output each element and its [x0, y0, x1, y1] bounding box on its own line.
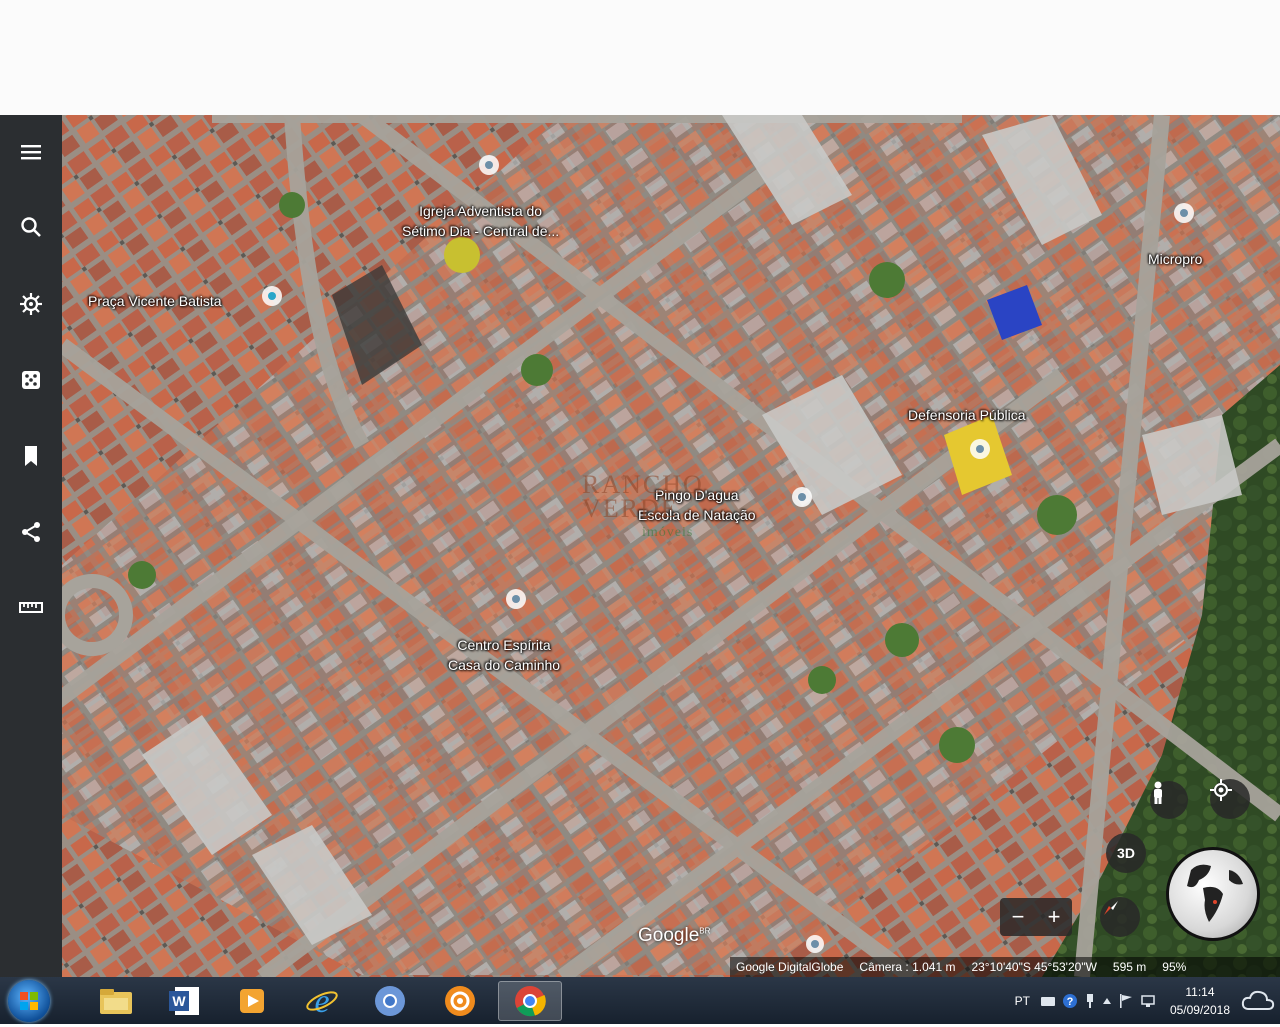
watermark-line2: VERDE — [582, 494, 679, 523]
file-explorer-icon[interactable] — [88, 981, 144, 1021]
place-label-micropro[interactable]: Micropro — [1148, 249, 1202, 269]
windows-taskbar: W e PT ? 11:14 05/09/2018 — [0, 977, 1280, 1024]
zoom-control: − + — [1000, 898, 1072, 936]
my-location-icon[interactable] — [1210, 779, 1250, 819]
start-button[interactable] — [8, 980, 50, 1022]
place-pin-icon[interactable] — [506, 589, 526, 609]
street-view-pegman-icon[interactable] — [1150, 781, 1188, 819]
place-pin-icon[interactable] — [1174, 203, 1194, 223]
compass-icon[interactable] — [1100, 897, 1140, 937]
globe-icon[interactable] — [1166, 847, 1260, 941]
clock-time: 11:14 — [1185, 984, 1215, 999]
help-icon[interactable]: ? — [1062, 993, 1078, 1009]
government-pin-icon[interactable] — [970, 439, 990, 459]
menu-icon[interactable] — [11, 132, 51, 172]
place-label-praca-vicente-batista[interactable]: Praça Vicente Batista — [88, 291, 222, 311]
action-center-flag-icon[interactable] — [1118, 993, 1134, 1009]
zoom-in-button[interactable]: + — [1036, 898, 1072, 936]
browser-top-area — [0, 0, 1280, 115]
map-imagery — [62, 115, 1280, 977]
chromium-icon[interactable] — [362, 981, 418, 1021]
system-tray: PT ? 11:14 05/09/2018 — [1015, 977, 1280, 1024]
place-label-igreja-adventista[interactable]: Igreja Adventista do Sétimo Dia - Central… — [402, 201, 559, 241]
coordinates-readout: 23°10'40"S 45°53'20"W — [971, 960, 1097, 974]
map-attribution-bar: Google DigitalGlobe Câmera : 1.041 m 23°… — [730, 957, 1280, 977]
satellite-map[interactable]: Igreja Adventista do Sétimo Dia - Central… — [62, 115, 1280, 977]
ruler-icon[interactable] — [11, 587, 51, 627]
google-logo-suffix: BR — [699, 926, 711, 936]
place-pin-icon[interactable] — [479, 155, 499, 175]
watermark-line3: imóveis — [642, 525, 694, 540]
tray-expand-icon[interactable] — [1102, 996, 1112, 1006]
share-icon[interactable] — [11, 512, 51, 552]
clock-date: 05/09/2018 — [1169, 1002, 1230, 1017]
svg-text:W: W — [172, 993, 186, 1009]
left-sidebar — [0, 115, 62, 977]
elevation-readout: 595 m — [1112, 960, 1147, 974]
network-icon[interactable] — [1140, 993, 1156, 1009]
place-pin-icon[interactable] — [792, 487, 812, 507]
loading-percent: 95% — [1162, 960, 1187, 974]
internet-explorer-icon[interactable]: e — [294, 981, 350, 1021]
media-player-icon[interactable] — [224, 981, 280, 1021]
park-pin-icon[interactable] — [262, 286, 282, 306]
dice-icon[interactable] — [11, 360, 51, 400]
keyboard-icon[interactable] — [1040, 994, 1056, 1008]
chrome-icon[interactable] — [498, 981, 562, 1021]
camera-altitude: Câmera : 1.041 m — [859, 960, 956, 974]
google-logo-text: Google — [638, 925, 700, 946]
watermark: RANCHO VERDE imóveis — [582, 472, 704, 545]
google-logo: GoogleBR — [638, 925, 710, 947]
place-label-centro-espirita[interactable]: Centro Espírita Casa do Caminho — [448, 635, 560, 675]
3d-toggle-button[interactable]: 3D — [1106, 833, 1146, 873]
search-icon[interactable] — [11, 207, 51, 247]
svg-text:e: e — [314, 984, 329, 1018]
onedrive-cloud-icon[interactable] — [1240, 987, 1276, 1015]
word-icon[interactable]: W — [156, 981, 212, 1021]
clock[interactable]: 11:14 05/09/2018 — [1170, 983, 1230, 1019]
settings-app-icon[interactable] — [432, 981, 488, 1021]
zoom-out-button[interactable]: − — [1000, 898, 1036, 936]
language-indicator[interactable]: PT — [1015, 994, 1030, 1008]
usb-icon[interactable] — [1084, 993, 1096, 1009]
svg-text:?: ? — [1067, 996, 1074, 1008]
bookmark-icon[interactable] — [11, 436, 51, 476]
windows-logo-icon — [20, 992, 38, 1010]
place-pin-icon[interactable] — [806, 935, 824, 953]
voyager-icon[interactable] — [11, 284, 51, 324]
place-label-defensoria-publica[interactable]: Defensoria Pública — [908, 405, 1026, 425]
imagery-provider: Google DigitalGlobe — [736, 960, 844, 974]
